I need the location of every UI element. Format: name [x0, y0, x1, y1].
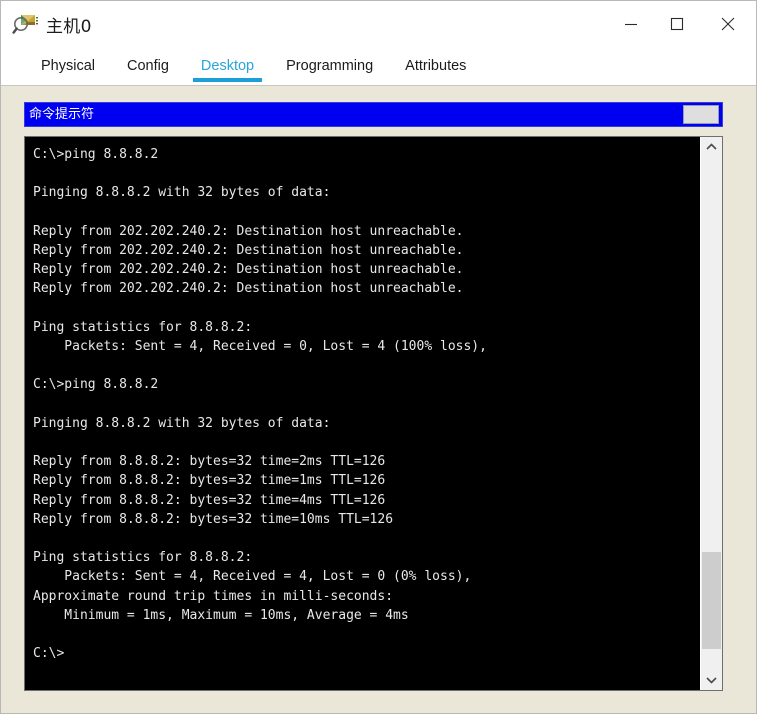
tab-attributes[interactable]: Attributes	[389, 47, 482, 85]
command-prompt-body: C:\>ping 8.8.8.2 Pinging 8.8.8.2 with 32…	[24, 136, 723, 691]
device-window: 主机0 Physical Config Desktop Programming …	[0, 0, 757, 714]
maximize-button[interactable]	[654, 1, 700, 47]
window-titlebar: 主机0	[1, 1, 756, 47]
window-title: 主机0	[46, 16, 92, 37]
minimize-icon	[625, 23, 637, 26]
scroll-down-button[interactable]	[701, 670, 722, 690]
tab-desktop-label: Desktop	[200, 58, 255, 74]
terminal-text: C:\>ping 8.8.8.2 Pinging 8.8.8.2 with 32…	[33, 147, 487, 662]
maximize-icon	[670, 17, 684, 31]
tab-programming-label: Programming	[286, 58, 374, 74]
tab-config-label: Config	[127, 58, 169, 74]
tab-desktop[interactable]: Desktop	[185, 47, 270, 85]
command-prompt-title: 命令提示符	[29, 107, 95, 122]
terminal-scrollbar[interactable]	[700, 137, 722, 690]
tab-physical-label: Physical	[41, 58, 95, 74]
terminal-output-area[interactable]: C:\>ping 8.8.8.2 Pinging 8.8.8.2 with 32…	[25, 137, 700, 690]
device-inspect-icon	[12, 11, 39, 37]
scrollbar-track[interactable]	[701, 157, 722, 670]
tab-attributes-label: Attributes	[405, 58, 467, 74]
command-prompt-titlebar-button[interactable]	[683, 105, 719, 124]
tab-bar: Physical Config Desktop Programming Attr…	[1, 47, 756, 85]
scroll-up-button[interactable]	[701, 137, 722, 157]
close-button[interactable]	[700, 1, 756, 47]
chevron-down-icon	[706, 677, 717, 684]
minimize-button[interactable]	[608, 1, 654, 47]
scrollbar-thumb[interactable]	[702, 552, 721, 650]
tab-config[interactable]: Config	[111, 47, 185, 85]
chevron-up-icon	[706, 143, 717, 150]
desktop-panel: 命令提示符 C:\>ping 8.8.8.2 Pinging 8.8.8.2 w…	[1, 85, 756, 713]
command-prompt-window: 命令提示符 C:\>ping 8.8.8.2 Pinging 8.8.8.2 w…	[24, 102, 723, 691]
tab-physical[interactable]: Physical	[25, 47, 111, 85]
tab-programming[interactable]: Programming	[270, 47, 389, 85]
window-controls	[608, 1, 756, 47]
command-prompt-titlebar: 命令提示符	[24, 102, 723, 127]
close-icon	[721, 17, 735, 31]
